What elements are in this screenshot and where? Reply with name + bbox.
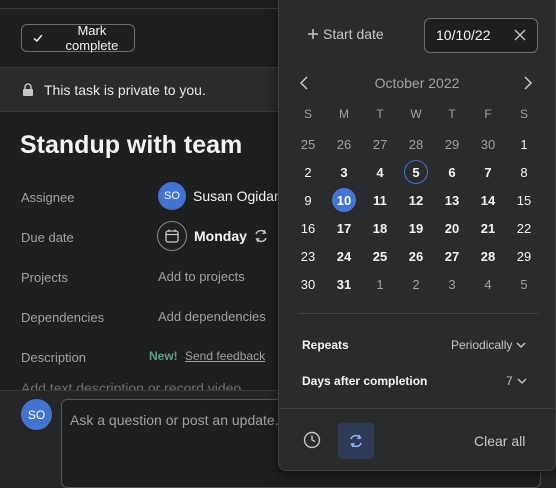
calendar-day[interactable]: 1 (512, 132, 536, 156)
check-icon (33, 34, 43, 43)
due-date-label: Due date (21, 230, 74, 245)
add-to-projects-button[interactable]: Add to projects (158, 269, 245, 284)
due-date-value[interactable]: Monday (194, 228, 247, 244)
calendar-day[interactable]: 18 (368, 216, 392, 240)
days-after-completion-dropdown[interactable]: 7 (506, 374, 527, 388)
weekday-label: S (519, 107, 528, 121)
weekday-label: T (376, 107, 384, 121)
calendar-day[interactable]: 27 (440, 244, 464, 268)
task-title[interactable]: Standup with team (20, 131, 242, 160)
days-after-completion-value: 7 (506, 374, 513, 388)
calendar-day[interactable]: 5 (404, 160, 428, 184)
calendar-day-outside-month[interactable]: 29 (440, 132, 464, 156)
calendar-day[interactable]: 4 (368, 160, 392, 184)
add-dependencies-button[interactable]: Add dependencies (158, 309, 266, 324)
calendar-day[interactable]: 15 (512, 188, 536, 212)
repeat-divider (298, 313, 538, 314)
comment-avatar: SO (21, 399, 52, 430)
calendar-day[interactable]: 29 (512, 244, 536, 268)
close-icon[interactable] (513, 28, 527, 42)
calendar-day[interactable]: 3 (332, 160, 356, 184)
clear-all-button[interactable]: Clear all (474, 433, 525, 449)
comment-placeholder: Ask a question or post an update... (70, 412, 287, 428)
mark-complete-label: Mark complete (65, 23, 119, 53)
calendar-day-outside-month[interactable]: 5 (512, 272, 536, 296)
weekday-label: T (448, 107, 456, 121)
calendar-day[interactable]: 11 (368, 188, 392, 212)
calendar-day[interactable]: 16 (296, 216, 320, 240)
calendar-day-outside-month[interactable]: 1 (368, 272, 392, 296)
calendar-day[interactable]: 28 (476, 244, 500, 268)
calendar-day-outside-month[interactable]: 30 (476, 132, 500, 156)
repeats-label: Repeats (302, 338, 349, 352)
start-date-label: Start date (323, 26, 384, 42)
calendar-day-outside-month[interactable]: 27 (368, 132, 392, 156)
assignee-avatar[interactable]: SO (158, 182, 186, 210)
calendar-day[interactable]: 12 (404, 188, 428, 212)
repeats-value: Periodically (451, 338, 513, 352)
repeat-toggle-button[interactable] (338, 423, 374, 459)
private-notice-banner: This task is private to you. (0, 67, 278, 112)
month-label: October 2022 (374, 75, 460, 91)
lock-icon (23, 82, 33, 96)
weekday-label: F (484, 107, 492, 121)
calendar-day-outside-month[interactable]: 25 (296, 132, 320, 156)
calendar-day[interactable]: 13 (440, 188, 464, 212)
weekday-label: M (339, 107, 349, 121)
calendar-day[interactable]: 26 (404, 244, 428, 268)
chevron-down-icon (516, 342, 526, 348)
calendar-day[interactable]: 24 (332, 244, 356, 268)
assignee-name[interactable]: Susan Ogidan (193, 188, 282, 204)
calendar-day[interactable]: 22 (512, 216, 536, 240)
calendar-icon[interactable] (157, 221, 187, 251)
calendar-day[interactable]: 23 (296, 244, 320, 268)
calendar-day[interactable]: 20 (440, 216, 464, 240)
popover-footer-divider (278, 408, 556, 409)
calendar-day[interactable]: 21 (476, 216, 500, 240)
calendar-day[interactable]: 6 (440, 160, 464, 184)
assignee-label: Assignee (21, 190, 75, 205)
calendar-day[interactable]: 17 (332, 216, 356, 240)
calendar-day[interactable]: 8 (512, 160, 536, 184)
projects-label: Projects (21, 270, 68, 285)
weekday-label: W (410, 107, 422, 121)
chevron-right-icon[interactable] (521, 75, 535, 91)
top-divider (0, 8, 278, 9)
new-badge: New! (149, 349, 178, 363)
repeat-icon (255, 229, 267, 243)
send-feedback-link[interactable]: Send feedback (185, 349, 265, 363)
description-label: Description (21, 350, 87, 365)
private-notice-text: This task is private to you. (44, 81, 206, 98)
dependencies-label: Dependencies (21, 310, 105, 325)
calendar-day[interactable]: 2 (296, 160, 320, 184)
calendar-day[interactable]: 10 (332, 188, 356, 212)
days-after-completion-label: Days after completion (302, 374, 428, 388)
due-date-input-value: 10/10/22 (436, 27, 491, 43)
calendar-day[interactable]: 14 (476, 188, 500, 212)
calendar-day-outside-month[interactable]: 28 (404, 132, 428, 156)
calendar-day[interactable]: 9 (296, 188, 320, 212)
mark-complete-button[interactable]: Mark complete (21, 23, 135, 53)
calendar-day-outside-month[interactable]: 3 (440, 272, 464, 296)
plus-icon (308, 29, 318, 39)
calendar-day[interactable]: 31 (332, 272, 356, 296)
calendar-day-outside-month[interactable]: 4 (476, 272, 500, 296)
repeats-dropdown[interactable]: Periodically (451, 338, 526, 352)
start-date-button[interactable]: Start date (307, 26, 384, 42)
calendar-day[interactable]: 19 (404, 216, 428, 240)
calendar-day-outside-month[interactable]: 26 (332, 132, 356, 156)
calendar-day-outside-month[interactable]: 2 (404, 272, 428, 296)
calendar-day[interactable]: 30 (296, 272, 320, 296)
calendar-day[interactable]: 7 (476, 160, 500, 184)
chevron-down-icon (517, 378, 527, 384)
calendar-day[interactable]: 25 (368, 244, 392, 268)
clock-icon[interactable] (302, 430, 322, 450)
weekday-label: S (303, 107, 312, 121)
repeat-icon (350, 434, 362, 448)
